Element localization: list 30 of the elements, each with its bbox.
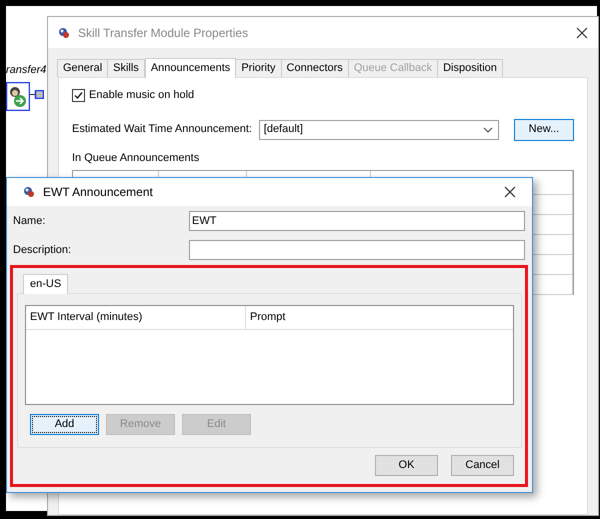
- field-label: Estimated Wait Time Announcement:: [72, 122, 253, 138]
- tab[interactable]: General: [57, 59, 108, 77]
- column-header[interactable]: Prompt: [246, 306, 513, 329]
- dropdown[interactable]: [default]: [258, 120, 499, 140]
- dialog-button[interactable]: Cancel: [451, 455, 514, 476]
- name-field[interactable]: EWT: [189, 211, 525, 231]
- node-icon[interactable]: [6, 82, 30, 111]
- node-label: ransfer4: [6, 63, 46, 78]
- field-label: Description:: [13, 242, 72, 258]
- dialog-title: EWT Announcement: [43, 184, 154, 201]
- tab[interactable]: en-US: [23, 274, 68, 294]
- connector-port-icon[interactable]: [30, 90, 44, 99]
- app-icon: [58, 26, 70, 38]
- chevron-down-icon: [482, 126, 493, 132]
- dialog-button[interactable]: OK: [375, 455, 438, 476]
- window-title: Skill Transfer Module Properties: [78, 24, 250, 42]
- tab[interactable]: Skills: [107, 59, 145, 77]
- table-action-button[interactable]: Add: [30, 414, 99, 435]
- field-label: Name:: [13, 214, 46, 229]
- close-icon[interactable]: [576, 26, 588, 38]
- tab[interactable]: Announcements: [144, 58, 236, 78]
- tab[interactable]: Disposition: [437, 59, 503, 77]
- description-field[interactable]: [189, 240, 525, 260]
- checkbox[interactable]: [72, 88, 85, 102]
- checkbox-label: Enable music on hold: [89, 88, 194, 103]
- section-label: In Queue Announcements: [72, 150, 200, 166]
- new-button[interactable]: New...: [514, 118, 574, 140]
- close-icon[interactable]: [504, 186, 516, 198]
- column-header[interactable]: EWT Interval (minutes): [26, 306, 246, 329]
- app-icon: [23, 186, 35, 198]
